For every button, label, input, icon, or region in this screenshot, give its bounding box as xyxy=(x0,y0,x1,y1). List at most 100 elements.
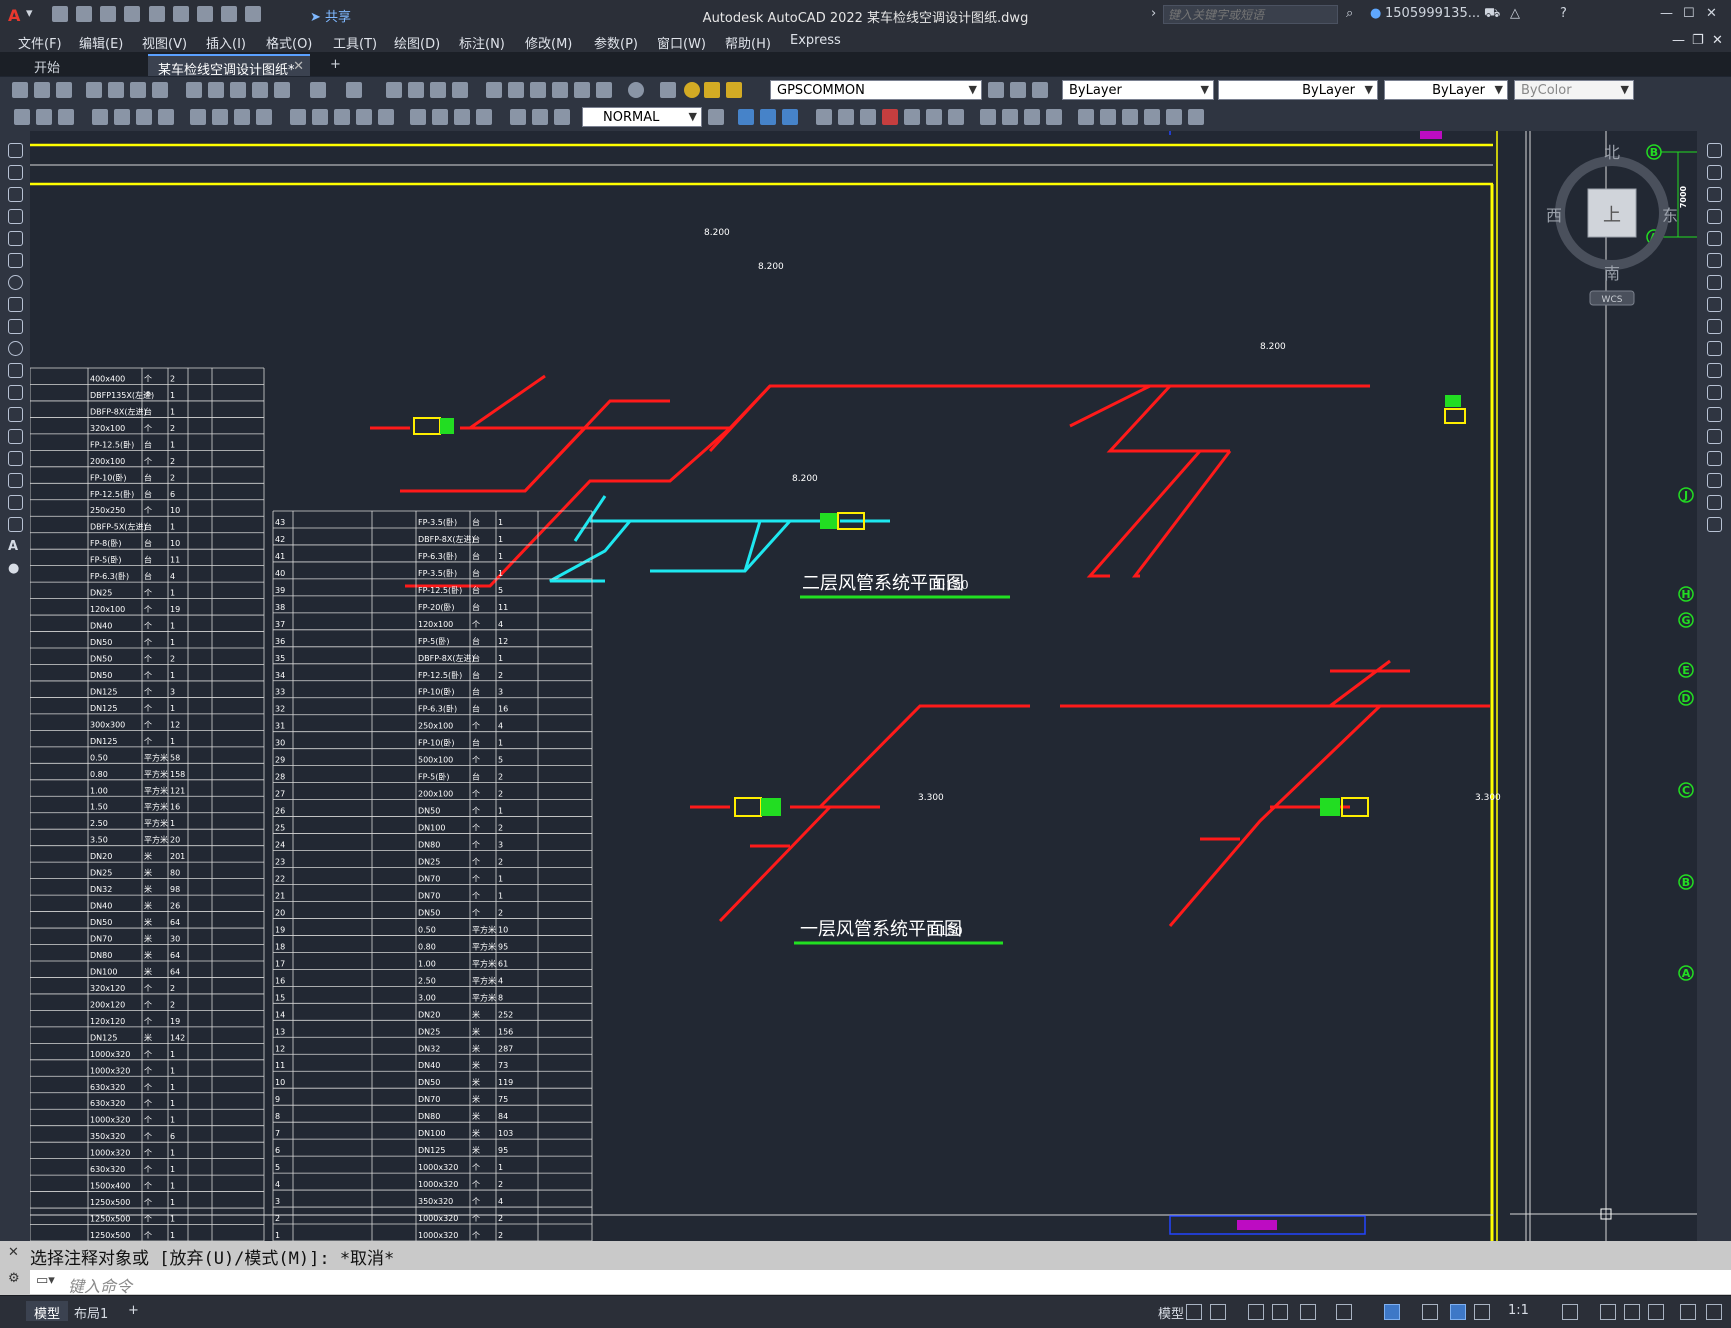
layer-unlock-icon[interactable] xyxy=(726,82,742,98)
move-icon[interactable] xyxy=(816,109,832,125)
erase-tool-icon[interactable] xyxy=(1707,143,1722,158)
layer-dropdown[interactable]: GPSCOMMON ▼ xyxy=(770,80,982,100)
viewcube-east[interactable]: 东 xyxy=(1662,206,1678,225)
aligned-dimension-icon[interactable] xyxy=(114,109,130,125)
add-icon[interactable] xyxy=(1600,1304,1616,1320)
viewcube-north[interactable]: 北 xyxy=(1604,143,1620,162)
polygon-icon[interactable] xyxy=(8,209,23,224)
scale-icon[interactable] xyxy=(1166,109,1182,125)
join-icon[interactable] xyxy=(1046,109,1062,125)
draworder-front-icon[interactable] xyxy=(738,109,754,125)
isodraft-icon[interactable] xyxy=(1336,1304,1352,1320)
continue-dimension-icon[interactable] xyxy=(334,109,350,125)
annotation-scale-button[interactable]: 1:1 xyxy=(1500,1301,1537,1321)
plot-preview-icon[interactable] xyxy=(108,82,124,98)
array-tool-icon[interactable] xyxy=(1707,231,1722,246)
help-toolbar-icon[interactable] xyxy=(628,82,644,98)
menu-help[interactable]: 帮助(H) xyxy=(725,30,771,52)
annotation-scale-icon[interactable] xyxy=(36,109,52,125)
clean-screen-icon[interactable] xyxy=(1680,1304,1696,1320)
copy-icon[interactable] xyxy=(208,82,224,98)
dimension-update-icon[interactable] xyxy=(554,109,570,125)
pan-icon[interactable] xyxy=(386,82,402,98)
properties-icon[interactable] xyxy=(486,82,502,98)
layout-tab-layout1[interactable]: 布局1 xyxy=(66,1301,116,1322)
dimension-text-edit-icon[interactable] xyxy=(532,109,548,125)
dimension-edit-icon[interactable] xyxy=(510,109,526,125)
explode-tool-icon[interactable] xyxy=(1707,517,1722,532)
maximize-button[interactable]: ☐ xyxy=(1683,6,1695,24)
mirror-tool-icon[interactable] xyxy=(1707,187,1722,202)
copy-tool-icon[interactable] xyxy=(1707,165,1722,180)
make-current-layer-icon[interactable] xyxy=(988,82,1004,98)
menu-parametric[interactable]: 参数(P) xyxy=(594,30,638,52)
scale-tool-icon[interactable] xyxy=(1707,297,1722,312)
cut-icon[interactable] xyxy=(186,82,202,98)
rotate-icon[interactable] xyxy=(1188,109,1204,125)
osnap-tracking-icon[interactable] xyxy=(1300,1304,1316,1320)
baseline-dimension-icon[interactable] xyxy=(312,109,328,125)
3d-print-icon[interactable] xyxy=(152,82,168,98)
color-dropdown[interactable]: ByLayer ▼ xyxy=(1062,80,1214,100)
cart-icon[interactable]: ⛟ xyxy=(1484,6,1500,24)
line-tool-icon[interactable] xyxy=(8,143,23,158)
tab-start[interactable]: 开始 xyxy=(24,54,144,76)
close-command-icon[interactable]: ✕ xyxy=(8,1245,19,1260)
annotation-visibility-icon[interactable] xyxy=(1450,1304,1466,1320)
multiline-text-icon[interactable]: A xyxy=(8,539,23,554)
menu-modify[interactable]: 修改(M) xyxy=(525,30,572,52)
command-prompt-icon[interactable]: ▭▾ xyxy=(36,1273,55,1288)
menu-edit[interactable]: 编辑(E) xyxy=(79,30,123,52)
command-input[interactable]: ▭▾ 键入命令 xyxy=(30,1270,1731,1296)
angular-dimension-icon[interactable] xyxy=(256,109,272,125)
snap-toggle-icon[interactable] xyxy=(1210,1304,1226,1320)
point-icon[interactable] xyxy=(8,429,23,444)
calculator-icon[interactable] xyxy=(596,82,612,98)
add-selected-icon[interactable]: ● xyxy=(8,561,23,576)
match-properties-icon[interactable] xyxy=(252,82,268,98)
auto-scale-icon[interactable] xyxy=(1474,1304,1490,1320)
tab-drawing[interactable]: 某车检线空调设计图纸* ✕ xyxy=(148,54,310,78)
jogged-dimension-icon[interactable] xyxy=(212,109,228,125)
menu-tools[interactable]: 工具(T) xyxy=(333,30,377,52)
tool-palettes-icon[interactable] xyxy=(530,82,546,98)
explode-icon[interactable] xyxy=(1144,109,1160,125)
user-account[interactable]: 1505999135... xyxy=(1385,6,1480,24)
rectangle-icon[interactable] xyxy=(8,231,23,246)
draworder-above-icon[interactable] xyxy=(782,109,798,125)
layout-tab-model[interactable]: 模型 xyxy=(26,1301,69,1322)
menu-dimension[interactable]: 标注(N) xyxy=(459,30,505,52)
sheet-set-icon[interactable] xyxy=(552,82,568,98)
join-tool-icon[interactable] xyxy=(1707,429,1722,444)
layer-on-bulb-icon[interactable] xyxy=(684,82,700,98)
menu-format[interactable]: 格式(O) xyxy=(266,30,312,52)
plot-toolbar-icon[interactable] xyxy=(86,82,102,98)
arc-icon[interactable] xyxy=(8,253,23,268)
jogged-linear-icon[interactable] xyxy=(476,109,492,125)
make-block-icon[interactable] xyxy=(8,407,23,422)
chamfer-icon[interactable] xyxy=(1078,109,1094,125)
mirror-icon[interactable] xyxy=(926,109,942,125)
annotation-sync-icon[interactable] xyxy=(58,109,74,125)
offset-icon[interactable] xyxy=(904,109,920,125)
blend-icon[interactable] xyxy=(1122,109,1138,125)
hatch-icon[interactable] xyxy=(8,451,23,466)
break-tool-icon[interactable] xyxy=(1707,407,1722,422)
ordinate-dimension-icon[interactable] xyxy=(158,109,174,125)
draworder-back-icon[interactable] xyxy=(760,109,776,125)
autodesk-app-icon[interactable]: △ xyxy=(1510,6,1520,24)
extend-icon[interactable] xyxy=(1002,109,1018,125)
fillet-icon[interactable] xyxy=(1100,109,1116,125)
user-icon[interactable]: ● xyxy=(1370,6,1381,24)
arc-length-icon[interactable] xyxy=(136,109,152,125)
zoom-window-icon[interactable] xyxy=(430,82,446,98)
region-icon[interactable] xyxy=(8,495,23,510)
search-input[interactable] xyxy=(1163,5,1338,24)
close-button[interactable]: ✕ xyxy=(1706,6,1717,24)
erase-icon[interactable] xyxy=(882,109,898,125)
redo-toolbar-icon[interactable] xyxy=(346,82,362,98)
search-icon[interactable]: ⌕ xyxy=(1346,6,1353,24)
stretch-icon[interactable] xyxy=(860,109,876,125)
zoom-realtime-icon[interactable] xyxy=(408,82,424,98)
dimension-style-manager-icon[interactable] xyxy=(708,109,724,125)
